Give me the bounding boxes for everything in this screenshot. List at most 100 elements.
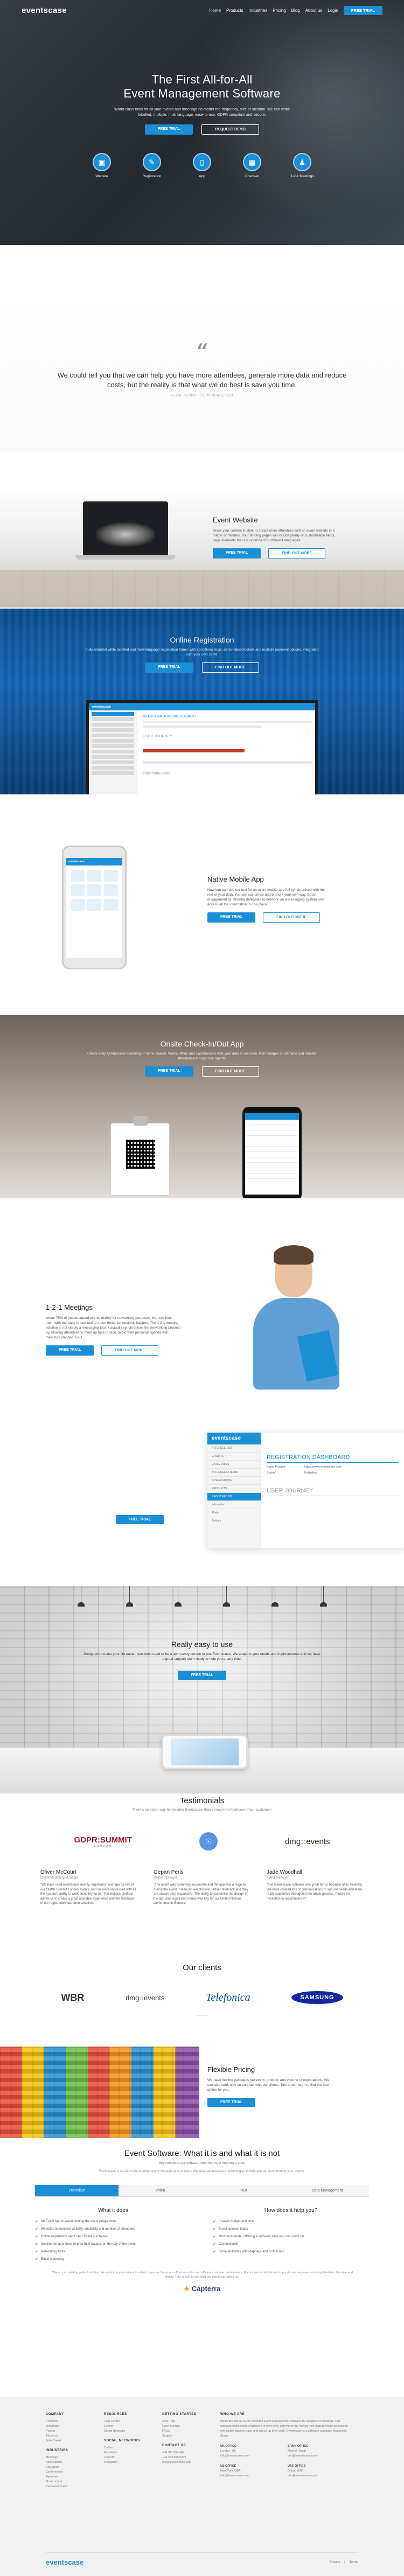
nav-link-blog[interactable]: Blog xyxy=(291,8,300,13)
event-website-free-trial-button[interactable]: FREE TRIAL xyxy=(213,548,261,559)
footer-legal-links: Privacy | Terms xyxy=(329,2560,358,2564)
footer-link[interactable]: FAQs xyxy=(162,2429,205,2434)
dashboard-free-trial-button[interactable]: FREE TRIAL xyxy=(116,1515,164,1524)
nav-link-products[interactable]: Products xyxy=(226,8,243,13)
check-icon: ✔ xyxy=(35,2257,38,2261)
meetings-desc: About 75% of people attend events mainly… xyxy=(46,1316,181,1339)
footer-link[interactable]: Twitter xyxy=(104,2446,147,2451)
dashboard-menu-item: Information xyxy=(207,1501,261,1509)
event-website-find-out-more-button[interactable]: FIND OUT MORE xyxy=(268,548,326,559)
tab-data-management[interactable]: Data Management xyxy=(285,2184,369,2196)
list-item: ✔ An Event App to avoid printing the even… xyxy=(35,2219,116,2224)
feature-meetings-label: 1-2-1 Meetings xyxy=(290,174,314,178)
dashboard-menu-item: ATTENDEE LIST xyxy=(207,1444,261,1453)
mobile-app-free-trial-button[interactable]: FREE TRIAL xyxy=(207,912,256,923)
dashboard-menu-item: ATTENDEES FIELDS xyxy=(207,1469,261,1477)
clients-section: Our clients WBR dmg::events Telefonica S… xyxy=(0,1963,404,2036)
footer-link[interactable]: Support xyxy=(162,2434,205,2439)
united-nations-logo: ☉ xyxy=(199,1832,218,1851)
dashboard-user-journey: USER JOURNEY xyxy=(267,1488,314,1494)
footer-link[interactable]: Meetings xyxy=(46,2455,89,2460)
privacy-link[interactable]: Privacy xyxy=(329,2561,340,2564)
footer-link[interactable]: Events xyxy=(104,2424,147,2429)
footer-link[interactable]: Jobs Board xyxy=(46,2439,89,2444)
tab-roi[interactable]: ROI xyxy=(202,2184,285,2196)
dashboard-row: Status Published xyxy=(267,1471,318,1475)
pricing-free-trial-button[interactable]: FREE TRIAL xyxy=(207,2098,256,2107)
footer-link[interactable]: Instagram xyxy=(104,2460,147,2465)
footer-link[interactable]: Pricing xyxy=(46,2429,89,2434)
nav-link-pricing[interactable]: Pricing xyxy=(273,8,285,13)
software-desc: Eventscase is an all-in-one branded even… xyxy=(99,2170,305,2173)
footer-link[interactable]: Conferences xyxy=(46,2470,89,2475)
feature-website[interactable]: ▣ Website xyxy=(88,153,115,178)
event-website-title: Event Website xyxy=(213,516,258,524)
easy-text: Really easy to use Designed to make your… xyxy=(0,1640,404,1680)
dashboard-row: Event Preview https://www.eventscase.com xyxy=(267,1465,342,1469)
footer-link[interactable]: Agencies xyxy=(46,2475,89,2480)
monitor-main: REGISTRATION DASHBOARD USER JOURNEY COND… xyxy=(143,715,312,778)
checkin-find-out-more-button[interactable]: FIND OUT MORE xyxy=(201,1066,259,1077)
checkin-phone-image xyxy=(242,1107,302,1198)
footer-link[interactable]: Associations xyxy=(46,2460,89,2465)
meetings-free-trial-button[interactable]: FREE TRIAL xyxy=(46,1345,94,1356)
phone-screen: eventscase xyxy=(66,858,122,958)
checkin-free-trial-button[interactable]: FREE TRIAL xyxy=(145,1066,193,1077)
footer-link[interactable]: Help Centre xyxy=(104,2419,147,2424)
footer-link[interactable]: Pre-event Ticket xyxy=(46,2484,89,2489)
phone-app-header: eventscase xyxy=(66,858,122,865)
feature-registration[interactable]: ✎ Registration xyxy=(138,153,165,178)
footer-link[interactable]: Products xyxy=(46,2419,89,2424)
nav-link-about[interactable]: About us xyxy=(305,8,323,13)
easy-free-trial-button[interactable]: FREE TRIAL xyxy=(178,1671,226,1680)
footer-link[interactable]: Industries xyxy=(46,2424,89,2429)
footer-contact-item[interactable]: +34 911 867 449 xyxy=(162,2451,205,2455)
mobile-app-find-out-more-button[interactable]: FIND OUT MORE xyxy=(263,912,321,923)
feature-meetings[interactable]: ♟ 1-2-1 Meetings xyxy=(289,153,316,178)
registration-free-trial-button[interactable]: FREE TRIAL xyxy=(145,662,193,673)
dashboard-logo: eventscase xyxy=(207,1433,261,1444)
checkin-title: Onsite Check-In/Out App xyxy=(160,1039,244,1048)
carousel-dots[interactable]: • • • • • xyxy=(0,2015,404,2018)
mobile-app-buttons: FREE TRIAL FIND OUT MORE xyxy=(207,912,331,923)
footer-link[interactable]: Free Trial xyxy=(162,2419,205,2424)
nav-free-trial-button[interactable]: FREE TRIAL xyxy=(343,5,382,15)
feature-checkin[interactable]: ▦ Check-in xyxy=(239,153,266,178)
wooden-floor xyxy=(0,570,404,608)
pricing-section: Flexible Pricing We have flexible packag… xyxy=(0,2047,404,2138)
footer-contact-item[interactable]: +44 203 695 0009 xyxy=(162,2455,205,2460)
pricing-title: Flexible Pricing xyxy=(207,2065,255,2074)
testimonial-role: Digital Strategist xyxy=(154,1876,177,1880)
footer-link[interactable]: Education xyxy=(46,2465,89,2470)
footer-link[interactable]: Case Studies xyxy=(162,2424,205,2429)
footer-link[interactable]: LinkedIn xyxy=(104,2455,147,2460)
nav-link-home[interactable]: Home xyxy=(210,8,221,13)
capterra-logo[interactable]: ★ Capterra xyxy=(0,2285,404,2293)
footer-link[interactable]: Facebook xyxy=(104,2451,147,2455)
footer-logo[interactable]: eventscase xyxy=(46,2558,83,2566)
easy-desc: Designed to make your life easier, you d… xyxy=(83,1652,321,1661)
testimonial-name: Gepan Peris xyxy=(154,1869,184,1875)
event-software-section: Event Software: What it is and what it i… xyxy=(0,2149,404,2354)
terms-link[interactable]: Terms xyxy=(350,2561,358,2564)
badge-clip xyxy=(134,1116,148,1126)
nav-link-industries[interactable]: Industries xyxy=(249,8,268,13)
footer-who-text: We're the first all-in-one branded event… xyxy=(220,2420,348,2438)
hero-free-trial-button[interactable]: FREE TRIAL xyxy=(144,124,193,135)
tab-video[interactable]: Video xyxy=(119,2184,202,2196)
footer-link[interactable]: Government xyxy=(46,2480,89,2484)
feature-app[interactable]: ▯ App xyxy=(189,153,215,178)
hero-request-demo-button[interactable]: REQUEST DEMO xyxy=(201,124,260,135)
meetings-find-out-more-button[interactable]: FIND OUT MORE xyxy=(101,1345,159,1356)
footer-link[interactable]: About us xyxy=(46,2434,89,2439)
registration-find-out-more-button[interactable]: FIND OUT MORE xyxy=(201,662,259,673)
footer-columns: COMPANY Products Industries Pricing Abou… xyxy=(0,2397,404,2489)
nav-link-login[interactable]: Login xyxy=(328,8,338,13)
tab-overview[interactable]: Overview xyxy=(35,2184,119,2196)
footer-link[interactable]: Social Networks xyxy=(104,2429,147,2434)
site-logo[interactable]: eventscase xyxy=(22,6,67,15)
footer-contact-item[interactable]: info@eventscase.com xyxy=(162,2460,205,2465)
pricing-desc: We have flexible packages per event, pro… xyxy=(207,2078,330,2092)
registration-text: Online Registration Fully branded white … xyxy=(0,636,404,673)
registration-buttons: FREE TRIAL FIND OUT MORE xyxy=(0,662,404,673)
